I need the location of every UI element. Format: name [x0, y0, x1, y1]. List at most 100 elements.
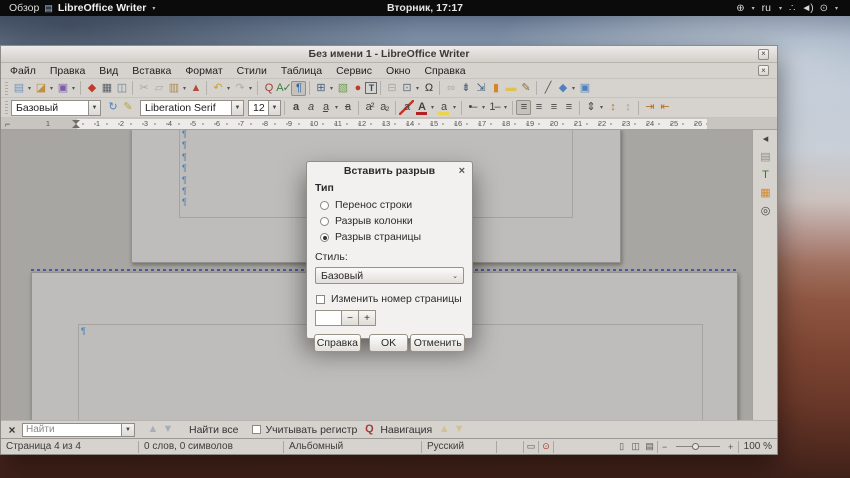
dialog-close-icon[interactable]: ×	[459, 164, 465, 178]
menu-item-1[interactable]: Правка	[43, 65, 92, 77]
redo-dropdown[interactable]: ▾	[247, 85, 254, 92]
line-break-radio[interactable]	[320, 200, 329, 210]
font-color-dropdown[interactable]: ▾	[429, 104, 436, 111]
highlight-color-icon[interactable]: a	[436, 100, 451, 115]
status-page-number[interactable]: Страница 4 из 4	[1, 441, 138, 452]
font-name-combobox[interactable]: Liberation Serif ▼	[140, 99, 244, 116]
insert-table-icon[interactable]: ⊞	[313, 81, 328, 96]
formatting-marks-icon[interactable]: ¶	[291, 80, 306, 96]
zoom-slider[interactable]	[675, 443, 720, 450]
find-close-icon[interactable]: ×	[5, 423, 19, 437]
line-spacing-icon[interactable]: ⇕	[583, 100, 598, 115]
find-input[interactable]	[22, 422, 122, 437]
insert-footnote-icon[interactable]: ⇟	[458, 81, 473, 96]
track-changes-icon[interactable]: ✎	[518, 81, 533, 96]
page-break-radio[interactable]	[320, 232, 329, 242]
zoom-in-button[interactable]: +	[724, 442, 738, 452]
open-dropdown[interactable]: ▾	[48, 85, 55, 92]
styles-icon[interactable]: T	[758, 168, 773, 183]
style-select[interactable]: Базовый ⌄	[315, 267, 464, 284]
para-space-increase-icon[interactable]: ↕	[605, 100, 620, 115]
page-number-decrement-button[interactable]: −	[342, 310, 359, 326]
match-case-label[interactable]: Учитывать регистр	[261, 424, 361, 436]
strikethrough-icon[interactable]: a	[340, 100, 355, 115]
superscript-icon[interactable]: a²	[362, 100, 377, 115]
zoom-slider-knob[interactable]	[691, 443, 699, 450]
justify-icon[interactable]: ≡	[561, 100, 576, 115]
clear-formatting-icon[interactable]: a	[399, 100, 414, 115]
menu-item-0[interactable]: Файл	[3, 65, 43, 77]
menu-item-2[interactable]: Вид	[92, 65, 125, 77]
status-language[interactable]: Русский	[422, 441, 496, 452]
menu-item-6[interactable]: Таблица	[274, 65, 329, 77]
status-word-count[interactable]: 0 слов, 0 символов	[139, 441, 283, 452]
menu-item-7[interactable]: Сервис	[329, 65, 379, 77]
font-size-combobox[interactable]: 12 ▼	[248, 99, 281, 116]
zoom-level[interactable]: 100 %	[739, 441, 777, 452]
insert-chart-icon[interactable]: ●	[350, 81, 365, 96]
align-right-icon[interactable]: ≡	[546, 100, 561, 115]
bold-icon[interactable]: a	[288, 100, 303, 115]
basic-shapes-dropdown[interactable]: ▾	[570, 85, 577, 92]
find-replace-icon[interactable]: Q	[261, 81, 276, 96]
menu-item-9[interactable]: Справка	[417, 65, 472, 77]
radio-row-column-break[interactable]: Разрыв колонки	[320, 215, 464, 227]
book-view-icon[interactable]: ▤	[643, 441, 657, 452]
globe-icon[interactable]: ⊕	[736, 3, 744, 14]
spelling-icon[interactable]: A✓	[276, 81, 292, 96]
numbered-list-dropdown[interactable]: ▾	[502, 104, 509, 111]
find-input-dropdown[interactable]: ▼	[122, 422, 135, 437]
save-dropdown[interactable]: ▾	[70, 85, 77, 92]
match-case-checkbox[interactable]	[252, 425, 262, 434]
indent-margin-marker[interactable]	[72, 120, 80, 128]
horizontal-ruler[interactable]: ⌐ 1 1 2 3 4 5 6 7 8 9 10 11 12 13 14 15 16 17 18 19 20 21 22 23…	[1, 118, 777, 130]
insert-textbox-icon[interactable]: T	[365, 82, 377, 94]
update-style-icon[interactable]: ↻	[105, 100, 120, 115]
align-left-icon[interactable]: ≡	[516, 100, 531, 115]
bullet-list-dropdown[interactable]: ▾	[480, 104, 487, 111]
increase-indent-icon[interactable]: ⇥	[642, 100, 657, 115]
toolbar-grip[interactable]	[5, 81, 8, 95]
line-spacing-dropdown[interactable]: ▾	[598, 104, 605, 111]
undo-icon[interactable]: ↶	[210, 81, 225, 96]
open-icon[interactable]: ◪	[33, 81, 48, 96]
page-number-increment-button[interactable]: +	[359, 310, 376, 326]
paragraph-style-dropdown[interactable]: ▼	[88, 100, 100, 115]
insert-table-dropdown[interactable]: ▾	[328, 85, 335, 92]
export-pdf-icon[interactable]: ◆	[84, 81, 99, 96]
insert-comment-icon[interactable]: ▬	[503, 81, 518, 96]
find-all-button[interactable]: Найти все	[185, 424, 242, 436]
highlight-color-dropdown[interactable]: ▾	[451, 104, 458, 111]
insert-field-icon[interactable]: ⊡	[399, 81, 414, 96]
menu-item-3[interactable]: Вставка	[125, 65, 178, 77]
font-color-icon[interactable]: A	[414, 100, 429, 115]
font-name-dropdown[interactable]: ▼	[231, 100, 243, 115]
basic-shapes-icon[interactable]: ◆	[555, 81, 570, 96]
help-button[interactable]: Справка	[314, 334, 361, 352]
document-modified-icon[interactable]: ⊙	[539, 441, 553, 452]
cancel-button[interactable]: Отменить	[410, 334, 465, 352]
underline-dropdown[interactable]: ▾	[333, 104, 340, 111]
special-character-icon[interactable]: Ω	[421, 81, 436, 96]
multi-page-view-icon[interactable]: ◫	[629, 441, 643, 452]
change-page-number-row[interactable]: Изменить номер страницы	[316, 293, 464, 305]
volume-icon[interactable]: ◄)	[801, 3, 813, 14]
numbered-list-icon[interactable]: 1–	[487, 100, 502, 115]
dialog-titlebar[interactable]: Вставить разрыв ×	[307, 162, 472, 180]
status-page-style[interactable]: Альбомный	[284, 441, 421, 452]
keyboard-layout-indicator[interactable]: ru	[762, 2, 771, 14]
subscript-icon[interactable]: a₂	[377, 100, 392, 115]
show-draw-functions-icon[interactable]: ▣	[577, 81, 592, 96]
window-titlebar[interactable]: Без имени 1 - LibreOffice Writer ×	[1, 46, 777, 63]
paragraph-style-combobox[interactable]: Базовый ▼	[11, 99, 101, 116]
page-number-input[interactable]	[315, 310, 342, 326]
find-and-replace-icon[interactable]: Q	[361, 422, 376, 437]
window-close-button[interactable]: ×	[758, 48, 769, 60]
menu-item-8[interactable]: Окно	[379, 65, 417, 77]
menu-item-5[interactable]: Стили	[230, 65, 274, 77]
radio-row-line-break[interactable]: Перенос строки	[320, 199, 464, 211]
italic-icon[interactable]: a	[303, 100, 318, 115]
clock[interactable]: Вторник, 17:17	[387, 2, 463, 14]
zoom-out-button[interactable]: −	[658, 442, 672, 452]
power-icon[interactable]: ⊙	[820, 3, 828, 14]
